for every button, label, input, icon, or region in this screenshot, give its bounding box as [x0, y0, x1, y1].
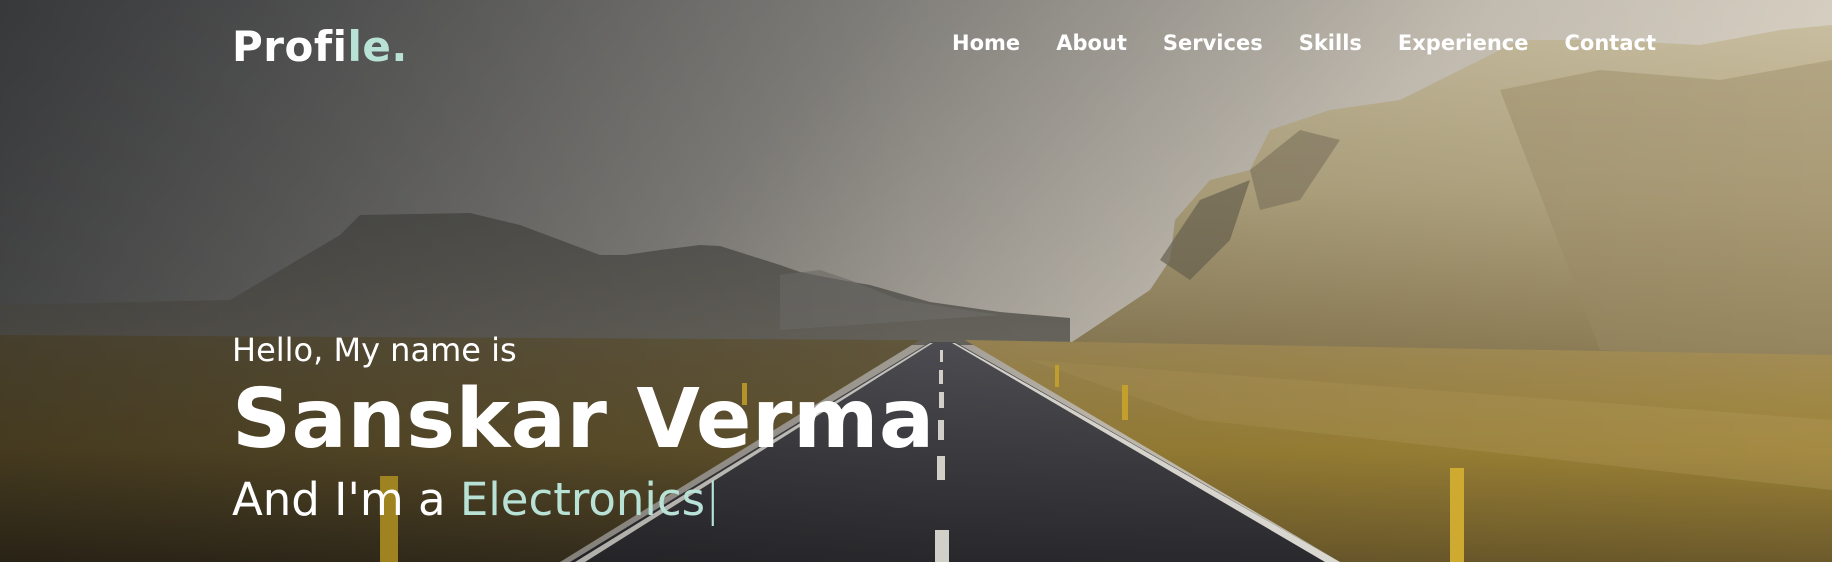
hero-greeting: Hello, My name is [232, 331, 517, 369]
nav-item-about[interactable]: About [1056, 31, 1127, 55]
nav-item-home[interactable]: Home [952, 31, 1020, 55]
hero-role-typed: Electronics [459, 473, 706, 526]
navbar: Profile. Home About Services Skills Expe… [0, 0, 1832, 90]
hero-role-prefix: And I'm a [232, 473, 460, 526]
nav-item-skills[interactable]: Skills [1299, 31, 1362, 55]
hero-name: Sanskar Verma [232, 372, 935, 467]
nav-menu: Home About Services Skills Experience Co… [952, 31, 1656, 55]
nav-item-experience[interactable]: Experience [1398, 31, 1529, 55]
hero-role-line: And I'm a Electronics| [232, 470, 935, 530]
typing-cursor: | [705, 473, 721, 526]
logo-main-text: Profi [232, 22, 348, 71]
nav-item-contact[interactable]: Contact [1565, 31, 1657, 55]
logo-accent-text: le. [347, 22, 408, 71]
logo[interactable]: Profile. [232, 22, 408, 71]
nav-item-services[interactable]: Services [1163, 31, 1263, 55]
hero-intro: Hello, My name is Sanskar Verma And I'm … [232, 328, 935, 530]
hero-section: Profile. Home About Services Skills Expe… [0, 0, 1832, 562]
